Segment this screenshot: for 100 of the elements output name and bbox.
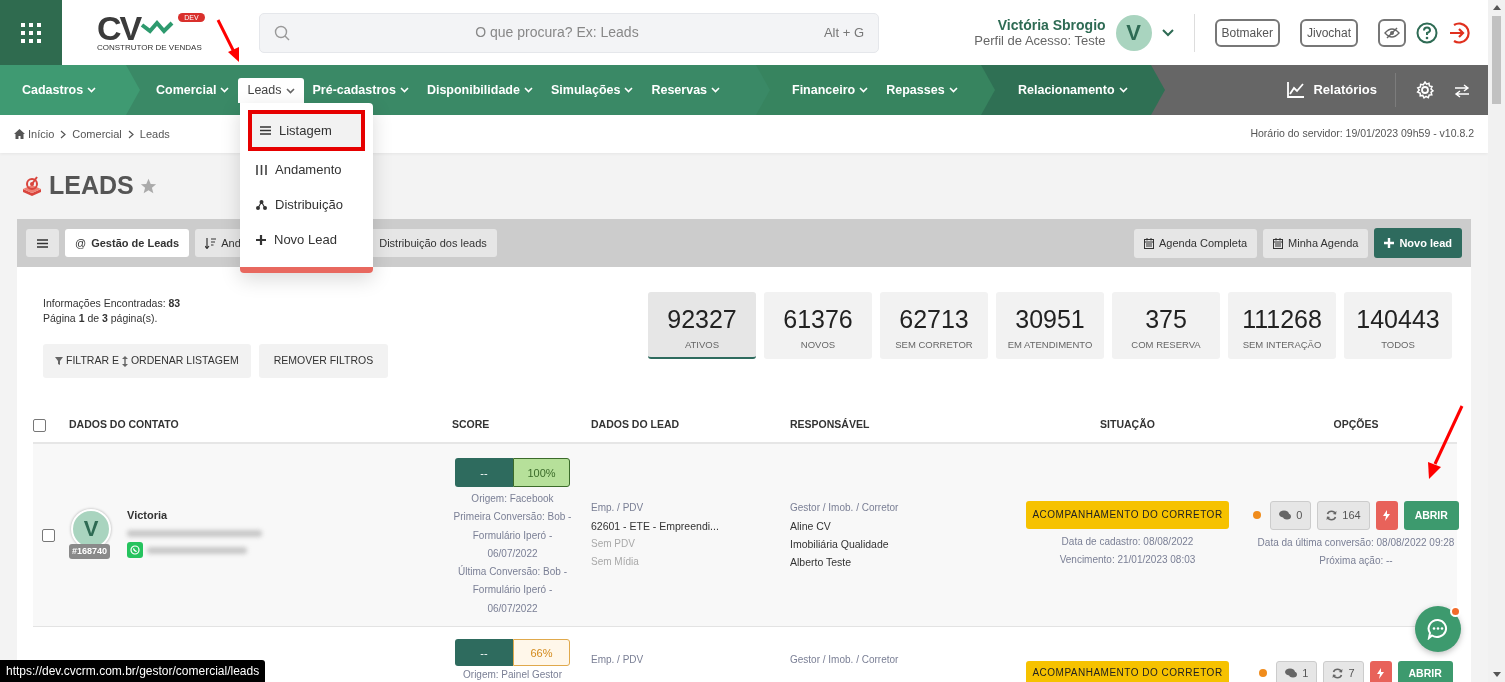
chevron-icon (523, 87, 533, 93)
chevron-icon (1118, 87, 1128, 93)
stat-tile[interactable]: 140443 TODOS (1344, 292, 1452, 359)
menu-item[interactable]: Comercial (147, 76, 239, 104)
search-input[interactable]: O que procura? Ex: Leads (290, 21, 824, 44)
user-avatar[interactable]: V (1115, 14, 1152, 51)
field-label: Emp. / PDV (591, 653, 645, 667)
chevron-icon (399, 87, 409, 93)
menu-item[interactable]: Reservas (642, 76, 730, 104)
column-header: SCORE (452, 417, 490, 433)
field-label: Gestor / Imob. / Corretor (790, 501, 900, 515)
origin-text: Última Conversão: Bob - Formulário Iperó - 06/07/2022 (457, 564, 568, 616)
search-icon (274, 24, 290, 41)
contact-name: Victoria (127, 508, 169, 523)
column-header: RESPONSÁVEL (790, 417, 870, 433)
breadcrumb-link[interactable]: Leads (139, 125, 170, 143)
scrollbar-thumb[interactable] (1492, 16, 1501, 104)
list-icon (260, 126, 271, 135)
shortcut-hint: Alt + G (823, 23, 864, 42)
stat-tile[interactable]: 30951 EM ATENDIMENTO (996, 292, 1104, 359)
menu-item[interactable]: Relacionamento (1009, 76, 1137, 104)
interactions-button[interactable]: 7 (1323, 661, 1364, 682)
agenda-button[interactable]: Minha Agenda (1263, 228, 1369, 258)
page-title: LEADS (49, 170, 134, 202)
status-bar-url: https://dev.cvcrm.com.br/gestor/comercial/leads (0, 660, 266, 682)
info-text: Informações Encontradas: 83 (43, 296, 182, 311)
apps-button[interactable] (0, 0, 62, 65)
stat-tile[interactable]: 375 COM RESERVA (1112, 292, 1220, 359)
menu-item[interactable]: Disponibilidade (417, 76, 542, 104)
chat-button[interactable]: Botmaker (1214, 18, 1280, 47)
breadcrumb-link[interactable]: Comercial (72, 125, 122, 143)
column-header: DADOS DO LEAD (591, 417, 680, 433)
action-button[interactable] (1375, 500, 1398, 530)
status-badge: ACOMPANHAMENTO DO CORRETOR (1026, 501, 1229, 529)
stat-tile[interactable]: 62713 SEM CORRETOR (880, 292, 988, 359)
menu-item[interactable]: Pré-cadastros (303, 76, 418, 104)
menu-item[interactable]: Simulações (541, 76, 643, 104)
scroll-up-icon[interactable] (1492, 4, 1501, 10)
row-checkbox[interactable] (42, 528, 55, 542)
line-chart-icon (1287, 82, 1306, 98)
user-name: Victória Sbrogio (996, 16, 1106, 33)
select-all-checkbox[interactable] (33, 418, 46, 432)
menu-button[interactable] (26, 229, 59, 257)
network-icon (256, 199, 267, 210)
origin-text: Origem: Facebook (470, 492, 555, 506)
comments-icon (1285, 668, 1298, 678)
options-text: Data da última conversão: 08/08/2022 09:28 (1257, 535, 1455, 550)
menu-item[interactable]: Leads (238, 78, 304, 103)
swap-arrows-icon (1454, 83, 1470, 98)
new-lead-button[interactable]: Novo lead (1374, 228, 1462, 258)
tab[interactable]: @ Gestão de Leads (65, 229, 190, 257)
gear-icon (1416, 81, 1434, 100)
lightning-icon (1377, 667, 1384, 679)
chevron-icon (711, 87, 721, 93)
calendar-icon (1144, 237, 1154, 249)
clear-filters-button[interactable]: REMOVER FILTROS (258, 344, 389, 378)
grid-icon (21, 22, 41, 43)
search-field[interactable]: O que procura? Ex: Leads Alt + G (259, 12, 879, 53)
comments-button[interactable]: 0 (1270, 500, 1312, 530)
options-text: Próxima ação: -- (1319, 553, 1393, 568)
filter-button[interactable]: FILTRAR E ORDENAR LISTAGEM (43, 344, 251, 378)
leads-icon (21, 175, 43, 197)
comments-button[interactable]: 1 (1276, 661, 1318, 682)
menu-item[interactable]: Financeiro (783, 76, 878, 104)
refresh-icon (1332, 667, 1344, 679)
logo-tagline: CONSTRUTOR DE VENDAS (97, 43, 202, 52)
info-text: Página 1 de 3 página(s). (43, 311, 159, 326)
chevron-icon (220, 87, 230, 93)
field-label: Emp. / PDV (591, 501, 645, 515)
calendar-icon (1273, 237, 1284, 249)
field-label: Gestor / Imob. / Corretor (790, 653, 900, 667)
sort-icon (205, 237, 217, 249)
dropdown-item[interactable]: Listagem (248, 110, 365, 151)
user-profile: Perfil de Acesso: Teste (974, 32, 1106, 49)
server-time: Horário do servidor: 19/01/2023 09h59 - v10.8.2 (1250, 126, 1474, 142)
scroll-down-icon[interactable] (1492, 672, 1501, 678)
chat-button[interactable]: Jivochat (1299, 18, 1358, 47)
breadcrumb-link[interactable]: Início (14, 125, 55, 143)
origin-text: Primeira Conversão: Bob - Formulário Iperó - 06/07/2022 (452, 510, 573, 561)
chevron-icon[interactable] (1161, 28, 1174, 37)
stat-tile[interactable]: 111268 SEM INTERAÇÃO (1228, 292, 1336, 359)
lead-text: Sem PDV (591, 537, 636, 551)
agenda-button[interactable]: Agenda Completa (1134, 228, 1258, 258)
menu-item[interactable]: Repasses (877, 76, 967, 104)
stat-tile[interactable]: 61376 NOVOS (764, 292, 872, 359)
help-icon[interactable] (1416, 21, 1438, 44)
lead-id-badge: #168740 (69, 544, 111, 559)
menu-icon (37, 238, 48, 248)
hide-button[interactable] (1378, 18, 1406, 47)
action-button[interactable] (1369, 661, 1392, 682)
column-header: DADOS DO CONTATO (69, 417, 179, 433)
lead-text: Sem Mídia (591, 555, 640, 569)
stat-tile[interactable]: 92327 ATIVOS (648, 292, 756, 359)
plus-icon (1384, 238, 1395, 248)
chevron-right-icon (60, 129, 67, 139)
logout-icon[interactable] (1448, 20, 1472, 45)
interactions-button[interactable]: 164 (1317, 500, 1370, 530)
origin-text: Origem: Painel Gestor (462, 668, 563, 682)
reports-link[interactable]: Relatórios (1269, 80, 1395, 100)
star-icon[interactable] (139, 177, 157, 195)
